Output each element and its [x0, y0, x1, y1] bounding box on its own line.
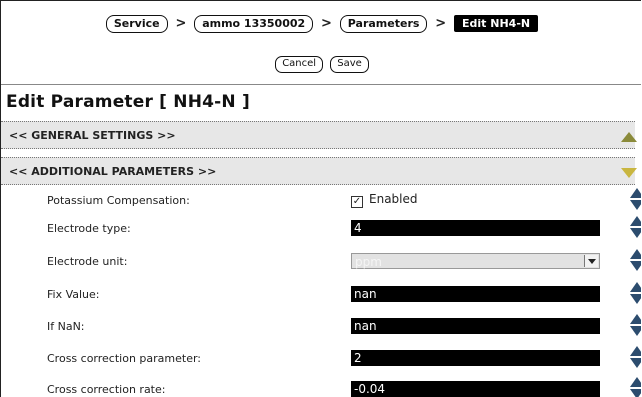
- checkbox-label: Enabled: [369, 192, 418, 206]
- action-bar: Cancel Save: [1, 56, 641, 73]
- row-potassium-compensation: Potassium Compensation: ✓ Enabled: [1, 186, 641, 215]
- breadcrumb: Service > ammo 13350002 > Parameters > E…: [1, 15, 641, 33]
- field-label: If NaN:: [47, 320, 85, 333]
- fix-value-input[interactable]: nan: [351, 286, 600, 302]
- select-value: ppm: [355, 255, 382, 269]
- section-additional-parameters[interactable]: << ADDITIONAL PARAMETERS >>: [1, 157, 637, 185]
- cross-correction-rate-input[interactable]: -0.04: [351, 381, 600, 397]
- section-label: << GENERAL SETTINGS >>: [9, 129, 176, 142]
- breadcrumb-service[interactable]: Service: [105, 15, 168, 33]
- save-button[interactable]: Save: [330, 56, 369, 73]
- row-electrode-type: Electrode type: 4: [1, 214, 641, 243]
- breadcrumb-separator: >: [175, 16, 187, 31]
- cancel-button[interactable]: Cancel: [275, 56, 324, 73]
- electrode-unit-select[interactable]: ppm: [351, 253, 600, 269]
- stepper-icon[interactable]: [630, 282, 641, 308]
- page-title: Edit Parameter [ NH4-N ]: [6, 92, 250, 112]
- stepper-icon[interactable]: [630, 188, 641, 214]
- breadcrumb-parameters[interactable]: Parameters: [339, 15, 428, 33]
- stepper-icon[interactable]: [630, 314, 641, 340]
- row-cross-correction-rate: Cross correction rate: -0.04: [1, 375, 641, 397]
- breadcrumb-separator: >: [435, 16, 447, 31]
- expand-arrow-icon[interactable]: [621, 168, 637, 178]
- breadcrumb-separator: >: [321, 16, 332, 31]
- stepper-icon[interactable]: [630, 346, 641, 372]
- electrode-type-input[interactable]: 4: [351, 220, 600, 236]
- section-general-settings[interactable]: << GENERAL SETTINGS >>: [1, 121, 637, 149]
- stepper-icon[interactable]: [630, 377, 641, 397]
- row-if-nan: If NaN: nan: [1, 312, 641, 341]
- collapse-arrow-icon[interactable]: [621, 132, 637, 142]
- potassium-checkbox[interactable]: ✓ Enabled: [351, 192, 418, 208]
- field-label: Fix Value:: [47, 288, 100, 301]
- section-label: << ADDITIONAL PARAMETERS >>: [9, 165, 217, 178]
- chevron-down-icon[interactable]: [584, 255, 598, 267]
- divider: [1, 84, 641, 85]
- field-label: Cross correction parameter:: [47, 352, 202, 365]
- field-label: Electrode type:: [47, 222, 131, 235]
- checkbox-box[interactable]: ✓: [351, 196, 363, 208]
- if-nan-input[interactable]: nan: [351, 318, 600, 334]
- breadcrumb-current: Edit NH4-N: [454, 15, 539, 32]
- field-label: Potassium Compensation:: [47, 194, 190, 207]
- breadcrumb-device[interactable]: ammo 13350002: [194, 15, 314, 33]
- stepper-icon[interactable]: [630, 216, 641, 242]
- stepper-icon[interactable]: [630, 249, 641, 275]
- cross-correction-parameter-input[interactable]: 2: [351, 350, 600, 366]
- main-panel: Service > ammo 13350002 > Parameters > E…: [0, 0, 641, 397]
- row-cross-correction-parameter: Cross correction parameter: 2: [1, 344, 641, 373]
- field-label: Electrode unit:: [47, 255, 128, 268]
- row-electrode-unit: Electrode unit: ppm: [1, 247, 641, 276]
- field-label: Cross correction rate:: [47, 383, 166, 396]
- row-fix-value: Fix Value: nan: [1, 280, 641, 309]
